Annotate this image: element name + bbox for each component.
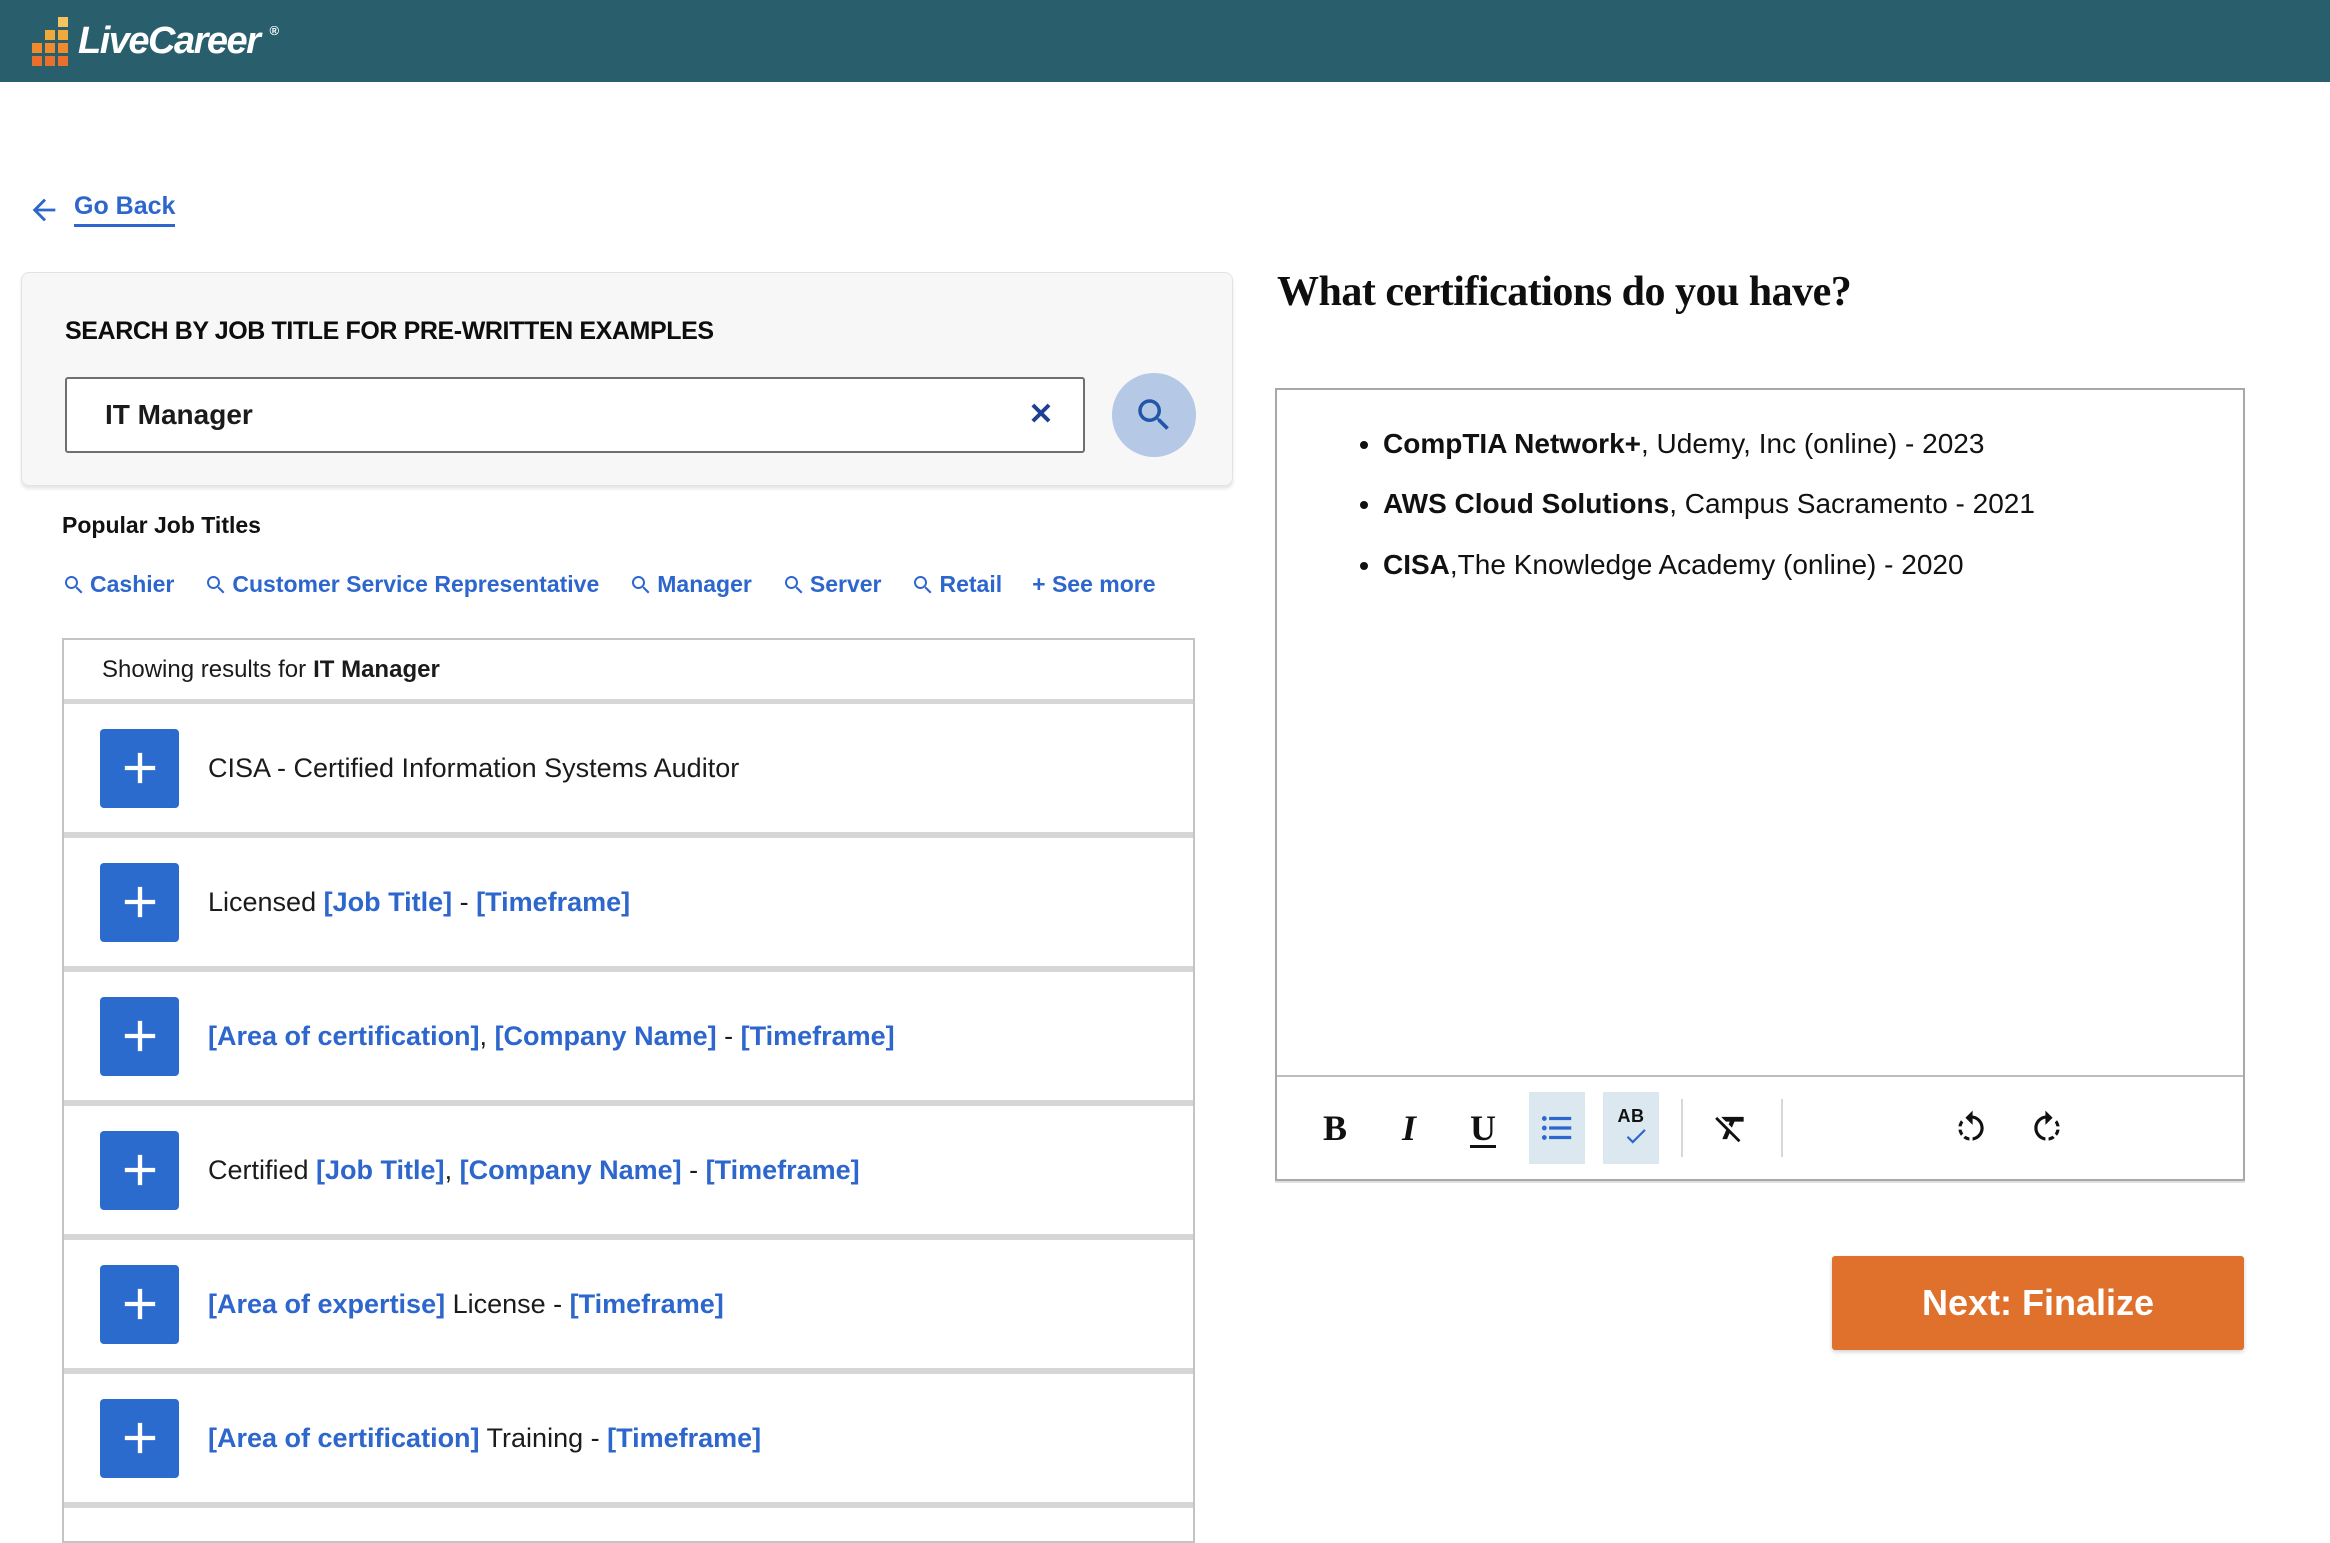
go-back-label: Go Back — [74, 192, 175, 227]
popular-link-label: Server — [810, 571, 882, 598]
result-example-text: Licensed [Job Title] - [Timeframe] — [208, 887, 630, 918]
results-header-term: IT Manager — [313, 656, 440, 684]
add-example-button[interactable] — [100, 997, 179, 1076]
result-example-text: CISA - Certified Information Systems Aud… — [208, 753, 739, 784]
result-row: [Area of expertise] License - [Timeframe… — [64, 1240, 1193, 1374]
redo-button[interactable] — [2019, 1092, 2075, 1164]
editor-toolbar: B I U AB — [1277, 1075, 2243, 1179]
popular-link-label: Customer Service Representative — [232, 571, 599, 598]
popular-link-label: Retail — [939, 571, 1002, 598]
job-title-search-input[interactable] — [65, 377, 1085, 453]
result-row: [Area of certification], [Company Name] … — [64, 972, 1193, 1106]
top-header: LiveCareer ® — [0, 0, 2330, 82]
spellcheck-button[interactable]: AB — [1603, 1092, 1659, 1164]
editor-textarea[interactable]: CompTIA Network+, Udemy, Inc (online) - … — [1277, 390, 2243, 1075]
plus-icon — [114, 876, 166, 928]
plus-icon — [114, 1412, 166, 1464]
search-icon — [204, 573, 228, 597]
bullet-list-button[interactable] — [1529, 1092, 1585, 1164]
certification-entry: CISA,The Knowledge Academy (online) - 20… — [1383, 547, 2213, 583]
underline-button[interactable]: U — [1455, 1092, 1511, 1164]
search-section-label: SEARCH BY JOB TITLE FOR PRE-WRITTEN EXAM… — [65, 317, 1232, 346]
add-example-button[interactable] — [100, 1265, 179, 1344]
clear-formatting-button[interactable] — [1703, 1092, 1759, 1164]
registered-mark: ® — [269, 23, 279, 38]
toolbar-divider — [1781, 1099, 1783, 1157]
clear-search-button[interactable]: ✕ — [1023, 397, 1059, 433]
results-header: Showing results for IT Manager — [64, 640, 1193, 704]
italic-button[interactable]: I — [1381, 1092, 1437, 1164]
search-icon — [62, 573, 86, 597]
search-icon — [629, 573, 653, 597]
plus-icon — [114, 1144, 166, 1196]
popular-job-title-link[interactable]: Server — [782, 571, 882, 598]
add-example-button[interactable] — [100, 863, 179, 942]
plus-icon — [114, 742, 166, 794]
result-example-text: Certified [Job Title], [Company Name] - … — [208, 1155, 860, 1186]
left-arrow-icon — [27, 193, 61, 227]
certification-entry: CompTIA Network+, Udemy, Inc (online) - … — [1383, 426, 2213, 462]
result-row: Licensed [Job Title] - [Timeframe] — [64, 838, 1193, 972]
popular-job-title-link[interactable]: Customer Service Representative — [204, 571, 599, 598]
clear-formatting-icon — [1712, 1109, 1750, 1147]
results-header-prefix: Showing results for — [102, 656, 306, 684]
result-row: CISA - Certified Information Systems Aud… — [64, 704, 1193, 838]
certifications-editor: CompTIA Network+, Udemy, Inc (online) - … — [1275, 388, 2245, 1181]
undo-icon — [1952, 1109, 1990, 1147]
search-card: SEARCH BY JOB TITLE FOR PRE-WRITTEN EXAM… — [21, 272, 1233, 486]
toolbar-divider — [1681, 1099, 1683, 1157]
result-example-text: [Area of expertise] License - [Timeframe… — [208, 1289, 724, 1320]
results-list: Showing results for IT Manager CISA - Ce… — [62, 638, 1195, 1543]
result-example-text: [Area of certification], [Company Name] … — [208, 1021, 895, 1052]
result-row: [Area of certification] Training - [Time… — [64, 1374, 1193, 1508]
search-icon — [911, 573, 935, 597]
logo-wordmark: LiveCareer — [78, 20, 259, 63]
certification-entry: AWS Cloud Solutions, Campus Sacramento -… — [1383, 486, 2213, 522]
next-finalize-button[interactable]: Next: Finalize — [1832, 1256, 2244, 1350]
redo-icon — [2028, 1109, 2066, 1147]
popular-link-label: Cashier — [90, 571, 174, 598]
search-icon — [1133, 394, 1175, 436]
go-back-link[interactable]: Go Back — [27, 192, 175, 227]
undo-button[interactable] — [1943, 1092, 1999, 1164]
plus-icon — [114, 1010, 166, 1062]
add-example-button[interactable] — [100, 729, 179, 808]
popular-link-label: Manager — [657, 571, 752, 598]
result-example-text: [Area of certification] Training - [Time… — [208, 1423, 761, 1454]
popular-job-titles-label: Popular Job Titles — [62, 512, 1222, 539]
add-example-button[interactable] — [100, 1131, 179, 1210]
see-more-link[interactable]: + See more — [1032, 571, 1155, 598]
livecareer-logo-icon — [32, 17, 68, 66]
bullet-list-icon — [1538, 1109, 1576, 1147]
popular-job-title-link[interactable]: Retail — [911, 571, 1002, 598]
plus-icon — [114, 1278, 166, 1330]
search-icon — [782, 573, 806, 597]
spellcheck-check-icon — [1623, 1123, 1649, 1149]
popular-job-title-link[interactable]: Cashier — [62, 571, 174, 598]
popular-job-title-link[interactable]: Manager — [629, 571, 752, 598]
result-row: Certified [Job Title], [Company Name] - … — [64, 1106, 1193, 1240]
add-example-button[interactable] — [100, 1399, 179, 1478]
bold-button[interactable]: B — [1307, 1092, 1363, 1164]
popular-job-titles: Popular Job Titles Cashier Customer Servi… — [62, 512, 1222, 598]
page-title: What certifications do you have? — [1277, 268, 1851, 316]
livecareer-logo[interactable]: LiveCareer ® — [32, 17, 279, 66]
search-button[interactable] — [1112, 373, 1196, 457]
